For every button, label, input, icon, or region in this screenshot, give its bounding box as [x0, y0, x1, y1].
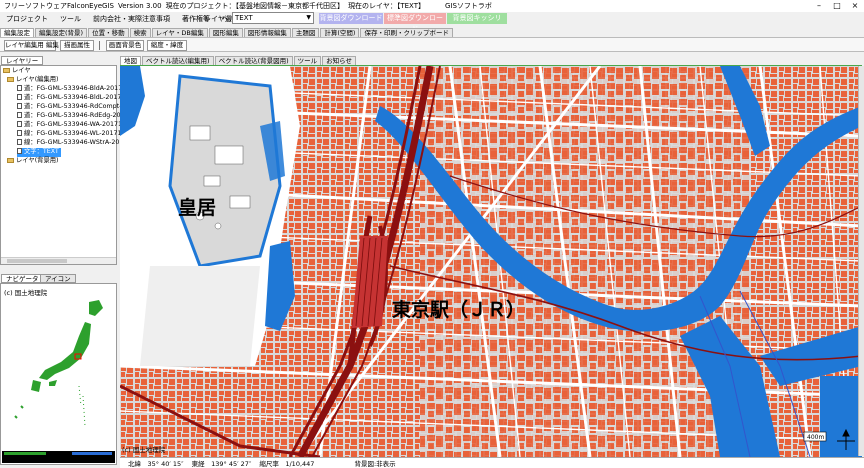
tab-navigator[interactable]: ナビゲータ [1, 274, 44, 283]
close-icon[interactable]: × [846, 0, 864, 12]
download-background-button[interactable]: 背景図ダウンロード [319, 13, 383, 24]
background-clear-button[interactable]: 背景図キッシリ [447, 13, 507, 24]
tab-vector-edit[interactable]: ベクトル読込(編集用) [142, 56, 214, 65]
toolbar-divider [99, 41, 100, 50]
menu-tools[interactable]: ツール [54, 14, 87, 24]
menu-notes[interactable]: 前内会社・実際注意事項 [87, 14, 176, 24]
tab-save-print[interactable]: 保存・印刷・クリップボード [360, 28, 453, 37]
label-palace: 皇居 [178, 196, 216, 219]
file-icon [17, 103, 22, 109]
map-frame: 地図 ベクトル読込(編集用) ベクトル読込(背景図用) ツール お知らせ 皇居 … [120, 56, 864, 468]
map-tabs: 地図 ベクトル読込(編集用) ベクトル読込(背景図用) ツール お知らせ [120, 56, 864, 65]
minimize-icon[interactable]: – [810, 0, 828, 12]
project-title: 現在のプロジェクト：【基盤地図情報－東京都千代田区】 [165, 2, 345, 10]
file-icon [17, 121, 22, 127]
app-version: Version 3.00 [118, 2, 162, 10]
tab-vector-bg[interactable]: ベクトル読込(背景図用) [214, 56, 293, 65]
screen-bg-color-button[interactable]: 画面背景色 [106, 40, 144, 51]
current-layer-title: 現在のレイヤ：【TEXT】 [348, 2, 425, 10]
status-lat: 北緯 35° 40′ 15″ [128, 460, 184, 468]
folder-icon [7, 157, 14, 163]
folder-icon [7, 76, 14, 82]
tab-shape-edit[interactable]: 図形編集 [208, 28, 243, 37]
status-bg: 背景図:非表示 [354, 460, 396, 468]
map-vertical-scrollbar[interactable] [858, 66, 864, 456]
draw-attribute-button[interactable]: 描画属性 [60, 40, 94, 51]
tab-tools[interactable]: ツール [293, 56, 322, 65]
tab-shape-info[interactable]: 図形情報編集 [243, 28, 291, 37]
vector-map[interactable]: 皇居 東京駅（ＪＲ） (c) 国土地理院 400m [120, 66, 862, 457]
label-station: 東京駅（ＪＲ） [392, 298, 525, 321]
tab-layer-tree[interactable]: レイヤリー [1, 56, 44, 65]
tab-theme-map[interactable]: 主題図 [291, 28, 320, 37]
tab-layer-db[interactable]: レイヤ・DB編集 [151, 28, 208, 37]
tree-root[interactable]: レイヤ [3, 67, 31, 76]
file-icon [17, 94, 22, 100]
horizontal-scrollbar[interactable] [1, 257, 116, 264]
map-credit: (c) 国土地理院 [122, 445, 166, 454]
vendor-title: GISソフトラボ [445, 2, 492, 10]
navigator-panel: (c) 国土地理院 [0, 283, 117, 465]
japan-overview-map[interactable] [3, 296, 115, 431]
file-icon [17, 130, 22, 136]
chevron-down-icon: ▼ [306, 14, 311, 21]
status-lon: 東経 139° 45′ 27″ [191, 460, 252, 468]
tab-position[interactable]: 位置・移動 [88, 28, 129, 37]
layer-select-value: TEXT [235, 14, 253, 22]
file-icon [17, 139, 22, 145]
map-canvas[interactable]: 皇居 東京駅（ＪＲ） (c) 国土地理院 400m [120, 66, 862, 457]
tab-spatial-calc[interactable]: 計算(空間) [320, 28, 360, 37]
maximize-icon[interactable]: □ [828, 0, 846, 12]
tree-group-bg[interactable]: レイヤ(背景用) [7, 157, 59, 166]
tab-map[interactable]: 地図 [120, 56, 141, 65]
tree-group-edit[interactable]: レイヤ(編集用) [7, 76, 59, 85]
tab-search[interactable]: 検索 [129, 28, 151, 37]
tree-layer-item[interactable]: 道：FG-GML-533946-RdEdg-20171 [17, 112, 133, 121]
layer-edit-button[interactable]: レイヤ編集用 編集 [4, 40, 59, 51]
tree-layer-item[interactable]: 線：FG-GML-533946-WL-2017101 [17, 130, 130, 139]
app-title: フリーソフトウェアFalconEyeGIS [4, 2, 114, 10]
ribbon-tabs: 編集設定 編集設定(背景) 位置・移動 検索 レイヤ・DB編集 図形編集 図形情… [0, 28, 453, 37]
coord-bar-indicator [4, 452, 46, 455]
scrollbar-thumb[interactable] [7, 259, 67, 263]
file-icon [17, 112, 22, 118]
tab-notice[interactable]: お知らせ [322, 56, 357, 65]
tab-edit-settings-bg[interactable]: 編集設定(背景) [35, 28, 88, 37]
file-icon [17, 85, 22, 91]
file-icon [17, 148, 22, 154]
tree-layer-item[interactable]: 道：FG-GML-533946-BldL-2017101 [17, 94, 133, 103]
folder-icon [3, 67, 10, 73]
bay [820, 376, 862, 457]
download-standard-button[interactable]: 標準図ダウンロード [384, 13, 446, 33]
tab-edit-settings[interactable]: 編集設定 [0, 28, 34, 37]
scale-label: 400m [807, 434, 824, 441]
toolbar: レイヤ編集用 編集 描画属性 画面背景色 縮度・緯度 [0, 37, 864, 52]
tab-icons[interactable]: アイコン [40, 274, 76, 283]
tree-layer-item[interactable]: 線：FG-GML-533946-WStrA-2017 [17, 139, 127, 148]
tree-layer-item[interactable]: 道：FG-GML-533946-WA-2017101 [17, 121, 130, 130]
status-bar: 北緯 35° 40′ 15″ 東経 139° 45′ 27″ 縮尺率 1/10,… [120, 457, 864, 468]
tree-layer-item[interactable]: 道：FG-GML-533946-BldA-2017101 [17, 85, 134, 94]
tree-layer-item-selected[interactable]: 文字：TEXT [17, 148, 61, 157]
title-bar: フリーソフトウェアFalconEyeGIS Version 3.00 現在のプロ… [0, 0, 864, 12]
layer-tree-panel: レイヤ レイヤ(編集用) 道：FG-GML-533946-BldA-201710… [0, 65, 137, 265]
status-scale: 縮尺率 1/10,447 [259, 460, 315, 468]
layer-select[interactable]: TEXT ▼ [232, 12, 314, 24]
coord-bar [2, 451, 115, 463]
menu-project[interactable]: プロジェクト [0, 14, 54, 24]
outer-garden [140, 266, 260, 366]
coord-bar-indicator [72, 452, 112, 455]
lat-lon-button[interactable]: 縮度・緯度 [147, 40, 187, 51]
